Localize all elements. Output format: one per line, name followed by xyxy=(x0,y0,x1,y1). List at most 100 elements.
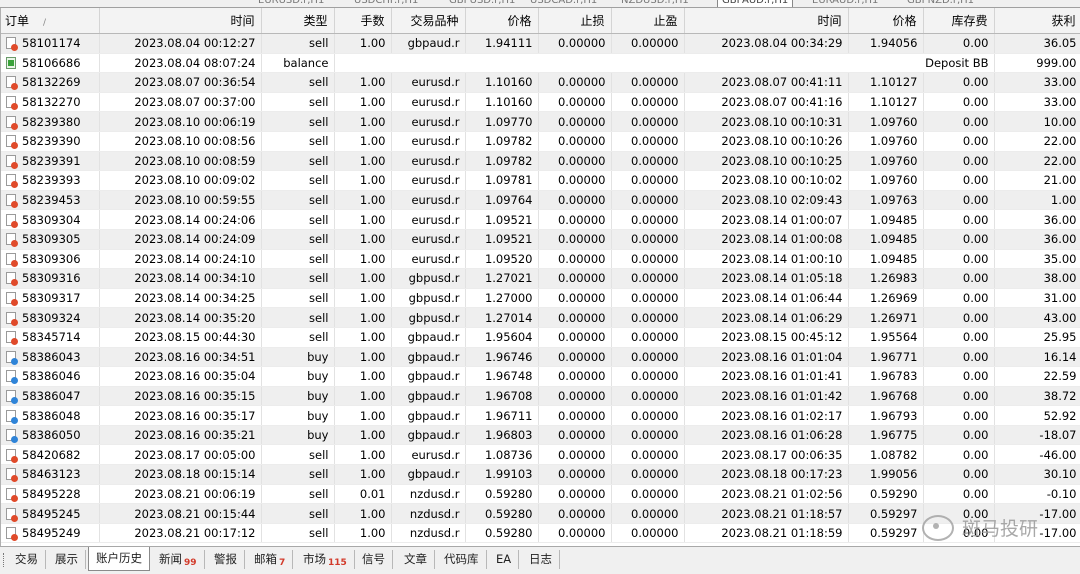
tab-8[interactable]: 信号 xyxy=(355,550,393,569)
table-row[interactable]: 58386043 2023.08.16 00:34:51 buy 1.00 gbpaud… xyxy=(1,347,1080,368)
table-row[interactable]: 58239393 2023.08.10 00:09:02 sell 1.00 eurus… xyxy=(1,170,1080,191)
chart-tab[interactable]: EURAUD.r,H1 xyxy=(812,0,878,7)
tab-12[interactable]: 日志 xyxy=(522,550,560,569)
table-row[interactable]: 58239390 2023.08.10 00:08:56 sell 1.00 eurus… xyxy=(1,131,1080,152)
chart-tab[interactable]: GBPAUD.r,H1 xyxy=(717,0,794,7)
column-header-close-price[interactable]: 价格 xyxy=(848,8,924,34)
cell-lots: 1.00 xyxy=(334,33,392,54)
column-header-symbol[interactable]: 交易品种 xyxy=(391,8,466,34)
cell-profit: -0.10 xyxy=(994,484,1080,505)
cell-stop-loss: 0.00000 xyxy=(538,190,612,211)
cell-type: sell xyxy=(261,33,335,54)
table-row[interactable]: 58386048 2023.08.16 00:35:17 buy 1.00 gbpaud… xyxy=(1,405,1080,426)
table-row[interactable]: 58239391 2023.08.10 00:08:59 sell 1.00 eurus… xyxy=(1,151,1080,172)
cell-stop-loss: 0.00000 xyxy=(538,33,612,54)
column-header-order[interactable]: 订单 / xyxy=(1,8,100,34)
tab-11[interactable]: EA xyxy=(489,550,520,569)
cell-close-time: 2023.08.07 00:41:11 xyxy=(684,72,849,93)
cell-close-price: 1.09760 xyxy=(848,131,924,152)
tab-label: EA xyxy=(496,552,512,566)
cell-take-profit: 0.00000 xyxy=(611,366,685,387)
cell-swap: 0.00 xyxy=(923,327,995,348)
cell-take-profit: 0.00000 xyxy=(611,72,685,93)
chart-tab[interactable]: GBPUSD.r,H1 xyxy=(449,0,515,7)
tab-1[interactable]: 交易 xyxy=(8,550,46,569)
cell-open-time: 2023.08.10 00:08:56 xyxy=(99,131,262,152)
column-header-profit[interactable]: 获利 xyxy=(994,8,1080,34)
tab-6[interactable]: 邮箱 7 xyxy=(247,550,294,569)
cell-swap: 0.00 xyxy=(923,386,995,407)
column-header-lots[interactable]: 手数 xyxy=(334,8,392,34)
cell-swap: 0.00 xyxy=(923,131,995,152)
table-row[interactable]: 58101174 2023.08.04 00:12:27 sell 1.00 gbpau… xyxy=(1,33,1080,54)
column-header-type[interactable]: 类型 xyxy=(261,8,335,34)
table-row[interactable]: 58309324 2023.08.14 00:35:20 sell 1.00 gbpus… xyxy=(1,307,1080,328)
table-row[interactable]: 58309317 2023.08.14 00:34:25 sell 1.00 gbpus… xyxy=(1,288,1080,309)
tab-10[interactable]: 代码库 xyxy=(437,550,487,569)
column-header-open-time[interactable]: 时间 xyxy=(99,8,262,34)
table-row[interactable]: 58463123 2023.08.18 00:15:14 sell 1.00 gbpau… xyxy=(1,464,1080,485)
tab-4[interactable]: 新闻 99 xyxy=(152,550,205,569)
table-row[interactable]: 58309305 2023.08.14 00:24:09 sell 1.00 eurus… xyxy=(1,229,1080,250)
table-row[interactable]: 58495249 2023.08.21 00:17:12 sell 1.00 nzdus… xyxy=(1,523,1080,544)
cell-close-time: 2023.08.21 01:02:56 xyxy=(684,484,849,505)
table-row[interactable]: 58106686 2023.08.04 08:07:24 balance Deposi… xyxy=(1,53,1080,74)
table-row[interactable]: 58132270 2023.08.07 00:37:00 sell 1.00 eurus… xyxy=(1,92,1080,113)
cell-close-price: 1.26971 xyxy=(848,307,924,328)
chart-tab[interactable]: USDCAD.r,H1 xyxy=(530,0,597,7)
cell-take-profit: 0.00000 xyxy=(611,131,685,152)
column-header-take-profit[interactable]: 止盈 xyxy=(611,8,685,34)
cell-take-profit: 0.00000 xyxy=(611,209,685,230)
cell-stop-loss: 0.00000 xyxy=(538,72,612,93)
table-header-row: 订单 / 时间 类型 手数 交易品种 价格 止损 止盈 时间 价格 库存费 获利 xyxy=(1,8,1080,34)
column-header-open-price[interactable]: 价格 xyxy=(465,8,539,34)
drag-handle[interactable] xyxy=(3,553,7,567)
table-row[interactable]: 58239453 2023.08.10 00:59:55 sell 1.00 eurus… xyxy=(1,190,1080,211)
table-row[interactable]: 58309316 2023.08.14 00:34:10 sell 1.00 gbpus… xyxy=(1,268,1080,289)
table-row[interactable]: 58132269 2023.08.07 00:36:54 sell 1.00 eurus… xyxy=(1,72,1080,93)
cell-profit: 21.00 xyxy=(994,170,1080,191)
table-row[interactable]: 58309306 2023.08.14 00:24:10 sell 1.00 eurus… xyxy=(1,249,1080,270)
table-row[interactable]: 58386050 2023.08.16 00:35:21 buy 1.00 gbpaud… xyxy=(1,425,1080,446)
cell-swap: 0.00 xyxy=(923,425,995,446)
chart-tab[interactable]: EURUSD.r,H1 xyxy=(258,0,324,7)
cell-take-profit: 0.00000 xyxy=(611,151,685,172)
cell-order: 58386047 xyxy=(1,386,100,407)
cell-open-time: 2023.08.14 00:34:10 xyxy=(99,268,262,289)
table-row[interactable]: 58386046 2023.08.16 00:35:04 buy 1.00 gbpaud… xyxy=(1,366,1080,387)
table-row[interactable]: 58420682 2023.08.17 00:05:00 sell 1.00 eurus… xyxy=(1,444,1080,466)
table-row[interactable]: 58309304 2023.08.14 00:24:06 sell 1.00 eurus… xyxy=(1,209,1080,230)
table-row[interactable]: 58495245 2023.08.21 00:15:44 sell 1.00 nzdus… xyxy=(1,503,1080,524)
cell-order: 58495249 xyxy=(1,523,100,544)
cell-stop-loss: 0.00000 xyxy=(538,405,612,426)
tab-3[interactable]: 账户历史 xyxy=(88,547,150,571)
column-header-stop-loss[interactable]: 止损 xyxy=(538,8,612,34)
tab-2[interactable]: 展示 xyxy=(48,550,86,569)
cell-type: sell xyxy=(261,92,335,113)
column-header-close-time[interactable]: 时间 xyxy=(684,8,849,34)
table-row[interactable]: 58386047 2023.08.16 00:35:15 buy 1.00 gbpaud… xyxy=(1,386,1080,407)
cell-close-time: 2023.08.14 01:00:07 xyxy=(684,209,849,230)
account-history-grid[interactable]: 订单 / 时间 类型 手数 交易品种 价格 止损 止盈 时间 价格 库存费 获利 … xyxy=(0,8,1080,546)
table-row[interactable]: 58239380 2023.08.10 00:06:19 sell 1.00 eurus… xyxy=(1,111,1080,132)
tab-5[interactable]: 警报 xyxy=(207,550,245,569)
tab-badge: 99 xyxy=(184,558,197,568)
chart-tab-strip: EURUSD.r,H1 USDCHF.r,H1 GBPUSD.r,H1 USDCAD.… xyxy=(0,0,1080,8)
table-row[interactable]: 58495228 2023.08.21 00:06:19 sell 0.01 nzdus… xyxy=(1,484,1080,505)
cell-order: 58386050 xyxy=(1,425,100,446)
cell-lots: 1.00 xyxy=(334,405,392,426)
cell-close-price: 1.09485 xyxy=(848,229,924,250)
chart-tab[interactable]: NZDUSD.r,H1 xyxy=(621,0,689,7)
chart-tab[interactable]: USDCHF.r,H1 xyxy=(354,0,418,7)
cell-open-price: 1.09764 xyxy=(465,190,539,211)
chart-tab[interactable]: GBPNZD.r,H1 xyxy=(907,0,974,7)
cell-open-price: 1.99103 xyxy=(465,464,539,485)
cell-close-price: 1.09763 xyxy=(848,190,924,211)
cell-type: sell xyxy=(261,503,335,524)
column-header-swap[interactable]: 库存费 xyxy=(923,8,995,34)
tab-9[interactable]: 文章 xyxy=(397,550,435,569)
cell-profit: 43.00 xyxy=(994,307,1080,328)
cell-symbol: gbpaud.r xyxy=(391,366,466,387)
tab-7[interactable]: 市场 115 xyxy=(296,550,355,569)
table-row[interactable]: 58345714 2023.08.15 00:44:30 sell 1.00 gbpau… xyxy=(1,327,1080,348)
